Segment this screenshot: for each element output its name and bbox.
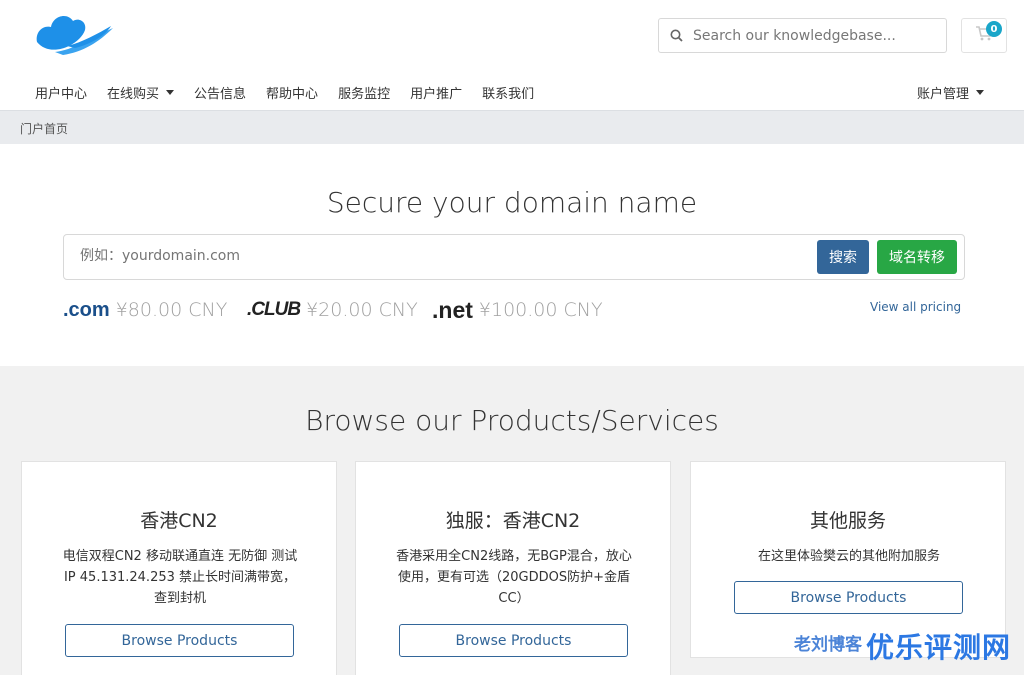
tld-net: .net ¥100.00 CNY [432, 296, 603, 324]
domain-search-button[interactable]: 搜索 [817, 240, 869, 274]
domain-section-title: Secure your domain name [326, 186, 698, 219]
tld-price: ¥80.00 CNY [115, 299, 228, 321]
nav-item-label: 用户推广 [410, 86, 463, 102]
product-card: 独服：香港CN2 香港采用全CN2线路，无BGP混合，放心使用，更有可选（20G… [355, 461, 671, 675]
account-menu[interactable]: 账户管理 [907, 80, 994, 104]
tld-logo-club: .CLUB [247, 299, 301, 320]
nav-item-label: 用户中心 [35, 86, 88, 102]
domain-input[interactable] [80, 248, 780, 264]
product-card-description: 香港采用全CN2线路，无BGP混合，放心使用，更有可选（20GDDOS防护+金盾… [396, 549, 632, 606]
main-nav: 用户中心 在线购买 公告信息 帮助中心 服务监控 用户推广 联系我们 [25, 80, 544, 104]
tld-club: .CLUB ¥20.00 CNY [247, 296, 418, 324]
view-all-pricing-link[interactable]: View all pricing [870, 300, 961, 314]
breadcrumb-bar: 门户首页 [0, 110, 1024, 144]
browse-products-button[interactable]: Browse Products [399, 624, 628, 657]
tld-com: .com ¥80.00 CNY [63, 296, 227, 324]
nav-item-contact[interactable]: 联系我们 [472, 83, 544, 102]
nav-item-affiliates[interactable]: 用户推广 [400, 83, 472, 102]
nav-item-service-monitor[interactable]: 服务监控 [328, 83, 400, 102]
domain-search-form: 搜索 域名转移 [63, 234, 965, 280]
tld-logo-com: .com [63, 298, 110, 321]
product-card-title: 独服：香港CN2 [445, 510, 581, 532]
product-card-description: 在这里体验樊云的其他附加服务 [757, 549, 940, 564]
nav-item-announcements[interactable]: 公告信息 [184, 83, 256, 102]
tld-price: ¥100.00 CNY [478, 299, 603, 321]
product-card-description: 电信双程CN2 移动联通直连 无防御 测试IP 45.131.24.253 禁止… [62, 549, 298, 606]
product-card: 香港CN2 电信双程CN2 移动联通直连 无防御 测试IP 45.131.24.… [21, 461, 337, 675]
product-card-title: 其他服务 [809, 510, 886, 532]
cloud-logo-icon[interactable] [33, 8, 115, 58]
caret-down-icon [976, 89, 984, 95]
nav-item-account[interactable]: 账户管理 [907, 83, 994, 102]
nav-item-label: 联系我们 [482, 86, 535, 102]
nav-item-label: 公告信息 [194, 86, 247, 102]
nav-item-label: 账户管理 [916, 86, 969, 102]
caret-down-icon [166, 89, 175, 95]
watermark-text: 优乐评测网 [866, 631, 1012, 664]
breadcrumb: 门户首页 [20, 122, 69, 136]
domain-transfer-button[interactable]: 域名转移 [877, 240, 957, 274]
nav-item-buy-online[interactable]: 在线购买 [97, 83, 184, 102]
nav-item-user-center[interactable]: 用户中心 [25, 83, 97, 102]
browse-products-button[interactable]: Browse Products [65, 624, 294, 657]
products-section-title: Browse our Products/Services [305, 404, 719, 437]
watermark-text: 老刘博客 [794, 635, 862, 655]
browse-products-button[interactable]: Browse Products [734, 581, 963, 614]
search-input[interactable] [693, 27, 933, 44]
nav-item-label: 在线购买 [107, 86, 160, 102]
nav-item-help-center[interactable]: 帮助中心 [256, 83, 328, 102]
nav-item-label: 帮助中心 [266, 86, 319, 102]
nav-item-label: 服务监控 [338, 86, 391, 102]
knowledgebase-search[interactable] [658, 18, 947, 53]
tld-logo-net: .net [432, 296, 473, 323]
tld-price: ¥20.00 CNY [306, 299, 418, 321]
cart-count-badge: 0 [986, 21, 1002, 37]
search-icon [659, 29, 693, 42]
product-card-title: 香港CN2 [140, 510, 218, 532]
